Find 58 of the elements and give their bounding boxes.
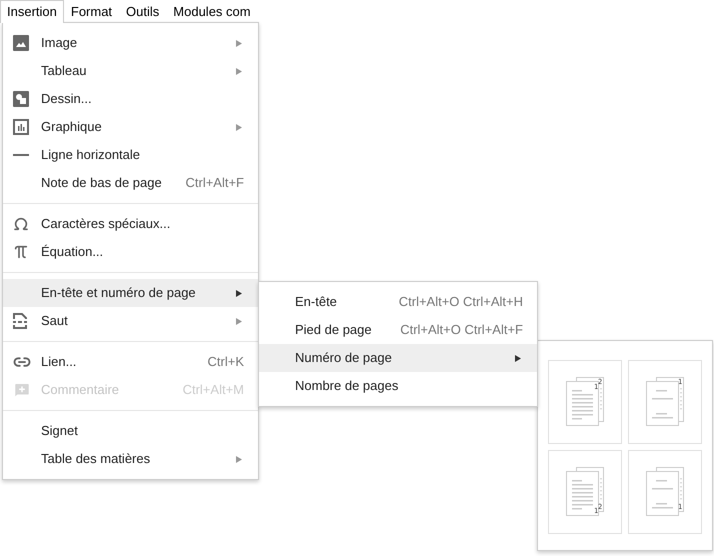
menu-item-label: Graphique — [41, 118, 103, 136]
shortcut-text: Ctrl+K — [208, 353, 244, 372]
submenu-arrow-icon — [236, 124, 242, 130]
menu-item[interactable]: Numéro de page — [259, 344, 537, 372]
submenu-arrow-icon — [236, 40, 242, 46]
menu-item-label: Table des matières — [41, 450, 152, 468]
menu-item[interactable]: Ligne horizontale — [3, 141, 258, 169]
menu-item[interactable]: En-tête et numéro de page — [3, 279, 258, 307]
menu-item[interactable]: Image — [3, 29, 258, 57]
menu-item-label: Lien... — [41, 353, 78, 372]
menu-item[interactable]: Dessin... — [3, 85, 258, 113]
menu-bar-item[interactable]: Insertion — [0, 0, 64, 23]
image-icon — [13, 35, 29, 51]
shapes-icon — [13, 91, 29, 107]
menu-item[interactable]: Tableau — [3, 57, 258, 85]
omega-icon — [13, 216, 29, 232]
menu-item[interactable]: Graphique — [3, 113, 258, 141]
menu-bar-item[interactable]: Format — [64, 0, 120, 23]
menu-item-label: Numéro de page — [295, 349, 393, 368]
menu-item[interactable]: Lien... Ctrl+K — [3, 348, 258, 376]
menu-item-label: Signet — [41, 422, 79, 440]
menu-item-label: Caractères spéciaux... — [41, 215, 172, 234]
pi-icon — [13, 244, 29, 260]
menu-item-label: En-tête et numéro de page — [41, 284, 197, 302]
menu-item-label: Nombre de pages — [295, 377, 400, 396]
menu-item-label: Dessin... — [41, 90, 93, 108]
menu-bar-item[interactable]: Modules com — [166, 0, 258, 23]
menu-item[interactable]: Signet — [3, 417, 258, 445]
menu-item-label: Commentaire — [41, 381, 120, 400]
menu-item-label: Note de bas de page — [41, 174, 163, 192]
submenu-arrow-icon — [236, 290, 242, 296]
horizontal-line-icon — [13, 154, 29, 156]
comment-add-icon — [13, 381, 31, 399]
shortcut-text: Ctrl+Alt+F — [185, 174, 244, 192]
menu-item[interactable]: Nombre de pages — [259, 372, 537, 400]
menu-bar-item[interactable]: Outils — [119, 0, 166, 23]
submenu-arrow-icon — [515, 354, 521, 362]
menu-item[interactable]: Caractères spéciaux... — [3, 210, 258, 238]
menu-item-label: Équation... — [41, 243, 104, 262]
shortcut-text: Ctrl+Alt+O Ctrl+Alt+H — [398, 293, 523, 312]
menu-item[interactable]: Table des matières — [3, 445, 258, 473]
menu-item-label: En-tête — [295, 293, 338, 312]
menu-item-label: Tableau — [41, 62, 88, 80]
menu-item[interactable]: Pied de page Ctrl+Alt+O Ctrl+Alt+F — [259, 316, 537, 344]
menu-item[interactable]: Note de bas de page Ctrl+Alt+F — [3, 169, 258, 197]
page-break-icon — [13, 313, 27, 329]
chart-icon — [13, 119, 29, 135]
submenu-arrow-icon — [236, 68, 242, 74]
shortcut-text: Ctrl+Alt+O Ctrl+Alt+F — [400, 321, 523, 340]
menu-item[interactable]: En-tête Ctrl+Alt+O Ctrl+Alt+H — [259, 288, 537, 316]
menu-item[interactable]: Saut — [3, 307, 258, 335]
submenu-arrow-icon — [236, 318, 242, 324]
menu-item-label: Saut — [41, 312, 69, 330]
submenu-arrow-icon — [236, 456, 242, 462]
menu-item[interactable]: Équation... — [3, 238, 258, 266]
menu-item-label: Ligne horizontale — [41, 146, 142, 164]
menu-item-label: Pied de page — [295, 321, 373, 340]
menu-item-label: Image — [41, 34, 78, 52]
